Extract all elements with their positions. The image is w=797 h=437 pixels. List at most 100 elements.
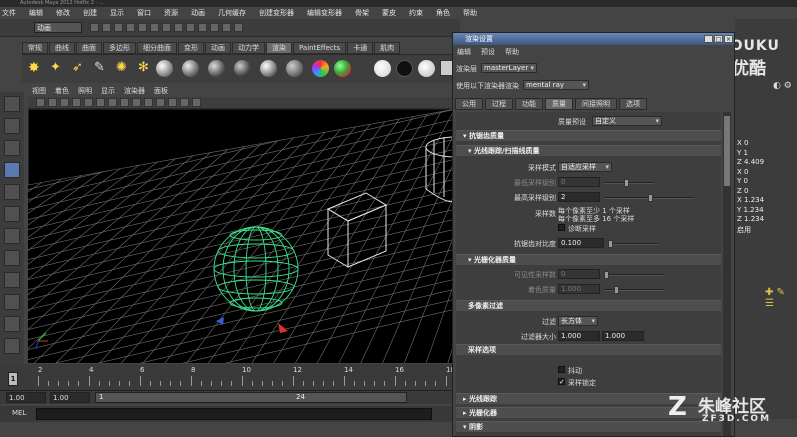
time-slider[interactable]: 1 2 4 6 8 10 12 14 16 18 bbox=[0, 364, 487, 390]
menu-help[interactable]: 帮助 bbox=[463, 8, 477, 18]
channel-rotate-z[interactable]: Z 0 bbox=[737, 187, 748, 195]
slider-knob[interactable] bbox=[604, 271, 609, 279]
minimize-icon[interactable]: _ bbox=[704, 35, 713, 43]
snap-curve-icon[interactable] bbox=[174, 23, 183, 32]
layer-editor-icons[interactable]: ✚ ✎ ☰ bbox=[765, 287, 797, 309]
menu-display[interactable]: 显示 bbox=[110, 8, 124, 18]
shading-quality-slider[interactable] bbox=[604, 286, 664, 294]
shelf-tab-curves[interactable]: 曲线 bbox=[49, 42, 75, 54]
channel-rotate-y[interactable]: Y 0 bbox=[737, 177, 748, 185]
close-icon[interactable]: × bbox=[724, 35, 733, 43]
menu-window[interactable]: 窗口 bbox=[137, 8, 151, 18]
panel-menu-show[interactable]: 显示 bbox=[101, 86, 115, 97]
section-raytrace-scanline-quality[interactable]: ▾ 光线跟踪/扫描线质量 bbox=[456, 145, 721, 156]
dialog-scrollbar[interactable] bbox=[723, 112, 731, 436]
menu-create[interactable]: 创建 bbox=[83, 8, 97, 18]
slider-knob[interactable] bbox=[624, 179, 629, 187]
shelf-tab-toon[interactable]: 卡通 bbox=[347, 42, 374, 54]
lasso-tool-icon[interactable] bbox=[4, 118, 20, 134]
four-view-layout-icon[interactable] bbox=[4, 272, 20, 288]
rotate-tool-icon[interactable] bbox=[4, 184, 20, 200]
shelf-tab-dynamics[interactable]: 动力学 bbox=[232, 42, 265, 54]
render-layer-dropdown[interactable]: masterLayer bbox=[481, 63, 537, 73]
surface-shader-icon[interactable] bbox=[374, 60, 391, 77]
section-rasterizer-quality[interactable]: ▾ 光栅化器质量 bbox=[456, 254, 721, 265]
channel-rotate-x[interactable]: X 0 bbox=[737, 168, 748, 176]
playback-start-field[interactable]: 1.00 bbox=[50, 392, 90, 403]
new-scene-icon[interactable] bbox=[90, 23, 99, 32]
start-time-field[interactable]: 1.00 bbox=[6, 392, 46, 403]
render-settings-icon[interactable] bbox=[234, 23, 243, 32]
menu-assets[interactable]: 资源 bbox=[164, 8, 178, 18]
menu-skeleton[interactable]: 骨架 bbox=[355, 8, 369, 18]
hypershade-layout-icon[interactable] bbox=[4, 338, 20, 354]
phonge-material-icon[interactable] bbox=[260, 60, 277, 77]
snap-grid-icon[interactable] bbox=[162, 23, 171, 32]
menu-animate[interactable]: 动画 bbox=[191, 8, 205, 18]
select-object-icon[interactable] bbox=[138, 23, 147, 32]
move-tool-icon[interactable] bbox=[4, 162, 20, 178]
menu-edit[interactable]: 编辑 bbox=[29, 8, 43, 18]
dialog-menu-edit[interactable]: 编辑 bbox=[457, 47, 471, 57]
menu-skin[interactable]: 蒙皮 bbox=[382, 8, 396, 18]
channel-scale-z[interactable]: Z 1.234 bbox=[737, 215, 764, 223]
diagnose-samples-checkbox[interactable] bbox=[558, 224, 565, 231]
anisotropic-material-icon[interactable] bbox=[286, 60, 303, 77]
channel-scale-y[interactable]: Y 1.234 bbox=[737, 206, 764, 214]
sample-lock-checkbox[interactable]: ✓ bbox=[558, 378, 565, 386]
channel-box-icons[interactable]: ◐ ⚙ bbox=[773, 81, 792, 91]
range-slider[interactable]: 1 24 bbox=[95, 392, 407, 403]
sample-mode-dropdown[interactable]: 自适应采样 bbox=[558, 162, 612, 172]
blinn-material-icon[interactable] bbox=[208, 60, 225, 77]
section-sample-options[interactable]: 采样选项 bbox=[456, 344, 721, 355]
channel-translate-z[interactable]: Z 4.409 bbox=[737, 158, 764, 166]
mel-command-input[interactable] bbox=[36, 408, 432, 420]
max-sample-level-slider[interactable] bbox=[604, 194, 694, 202]
shelf-tab-general[interactable]: 常规 bbox=[22, 42, 48, 54]
area-light-icon[interactable]: ✎ bbox=[94, 60, 105, 75]
panel-menu-shading[interactable]: 着色 bbox=[55, 86, 69, 97]
use-background-icon[interactable] bbox=[396, 60, 413, 77]
select-component-icon[interactable] bbox=[150, 23, 159, 32]
menu-file[interactable]: 文件 bbox=[2, 8, 16, 18]
lights-icon[interactable] bbox=[156, 98, 165, 107]
slider-knob[interactable] bbox=[648, 194, 653, 202]
phong-material-icon[interactable] bbox=[234, 60, 251, 77]
isolate-select-icon[interactable] bbox=[180, 98, 189, 107]
min-sample-level-slider[interactable] bbox=[604, 179, 654, 187]
shelf-tab-polygons[interactable]: 多边形 bbox=[103, 42, 136, 54]
select-hierarchy-icon[interactable] bbox=[126, 23, 135, 32]
graph-layout-icon[interactable] bbox=[4, 316, 20, 332]
dialog-menu-presets[interactable]: 预设 bbox=[481, 47, 495, 57]
menu-constrain[interactable]: 约束 bbox=[409, 8, 423, 18]
channel-scale-x[interactable]: X 1.234 bbox=[737, 196, 764, 204]
ramp-shader-icon[interactable] bbox=[312, 60, 329, 77]
tab-options[interactable]: 选项 bbox=[619, 98, 647, 110]
filter-size-y-field[interactable]: 1.000 bbox=[602, 331, 644, 341]
tab-common[interactable]: 公用 bbox=[455, 98, 483, 110]
ocean-shader-icon[interactable] bbox=[418, 60, 435, 77]
camera-select-icon[interactable] bbox=[36, 98, 45, 107]
xray-icon[interactable] bbox=[192, 98, 201, 107]
open-scene-icon[interactable] bbox=[102, 23, 111, 32]
dialog-menu-help[interactable]: 帮助 bbox=[505, 47, 519, 57]
outliner-layout-icon[interactable] bbox=[4, 294, 20, 310]
menu-modify[interactable]: 修改 bbox=[56, 8, 70, 18]
save-scene-icon[interactable] bbox=[114, 23, 123, 32]
film-gate-icon[interactable] bbox=[96, 98, 105, 107]
visibility-samples-slider[interactable] bbox=[604, 271, 664, 279]
panel-menu-lighting[interactable]: 照明 bbox=[78, 86, 92, 97]
scrollbar-thumb[interactable] bbox=[724, 116, 730, 186]
camera-attributes-icon[interactable] bbox=[48, 98, 57, 107]
ipr-render-icon[interactable] bbox=[222, 23, 231, 32]
resolution-gate-icon[interactable] bbox=[108, 98, 117, 107]
section-antialias-quality[interactable]: ▾ 抗锯齿质量 bbox=[456, 130, 721, 141]
slider-knob[interactable] bbox=[614, 286, 619, 294]
tab-quality[interactable]: 质量 bbox=[545, 98, 573, 110]
menu-edit-deformers[interactable]: 编辑变形器 bbox=[307, 8, 342, 18]
menu-geometry-cache[interactable]: 几何缓存 bbox=[218, 8, 246, 18]
render-settings-titlebar[interactable]: 渲染设置 _ □ × bbox=[453, 33, 734, 45]
visibility-samples-field[interactable]: 0 bbox=[558, 269, 600, 279]
select-tool-icon[interactable] bbox=[4, 96, 20, 112]
tab-indirect-lighting[interactable]: 间接照明 bbox=[575, 98, 617, 110]
